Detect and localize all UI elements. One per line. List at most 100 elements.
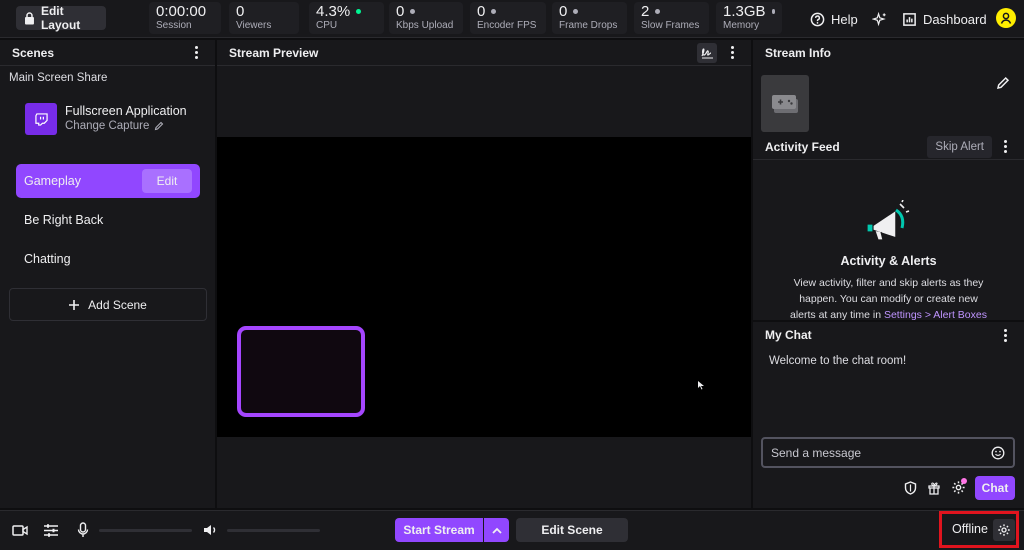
emoji-icon[interactable] [991, 446, 1005, 460]
stat-memory-label: Memory [723, 20, 760, 31]
status-dot-icon [356, 9, 362, 14]
alert-boxes-link[interactable]: Settings > Alert Boxes [884, 309, 987, 321]
activity-feed-panel: Activity Feed Skip Alert Activity & Aler… [753, 134, 1024, 323]
chat-settings-button[interactable] [951, 478, 967, 496]
activity-desc-line: happen. You can modify or create new [799, 293, 978, 305]
avatar[interactable] [996, 8, 1016, 28]
start-stream-button[interactable]: Start Stream [395, 518, 483, 542]
gift-icon[interactable] [927, 481, 941, 495]
stat-viewers-value: 0 [236, 3, 245, 20]
chat-panel: My Chat Welcome to the chat room! Send a… [753, 322, 1024, 508]
activity-desc-line: View activity, filter and skip alerts as… [793, 277, 984, 289]
chat-welcome-message: Welcome to the chat room! [769, 355, 907, 367]
stat-session-value: 0:00:00 [156, 3, 207, 20]
help-label: Help [831, 11, 858, 27]
preview-menu-icon[interactable] [725, 45, 739, 61]
top-bar: Edit Layout 0:00:00 Session 0 Viewers 4.… [0, 0, 1024, 38]
megaphone-icon [866, 200, 910, 241]
help-button[interactable]: Help [810, 9, 858, 29]
status-dot-icon [771, 9, 775, 14]
status-dot-icon [410, 9, 416, 14]
chat-title: My Chat [765, 328, 812, 342]
performance-mode-button[interactable] [697, 42, 717, 63]
webcam-overlay-frame [237, 326, 365, 417]
desktop-volume-slider[interactable] [227, 529, 320, 532]
source-title: Fullscreen Application [65, 104, 187, 118]
stat-upload-value: 0 [396, 3, 405, 20]
dashboard-button[interactable]: Dashboard [902, 9, 987, 29]
status-dot-icon [655, 9, 661, 14]
stat-viewers: 0 Viewers [229, 2, 299, 34]
scenes-header: Scenes [0, 40, 215, 66]
skip-alert-button[interactable]: Skip Alert [927, 135, 992, 158]
change-capture-label: Change Capture [65, 120, 150, 132]
speaker-icon[interactable] [203, 523, 218, 537]
stat-session-label: Session [156, 20, 192, 31]
activity-desc-text: alerts at any time in [790, 309, 882, 321]
chat-menu-icon[interactable] [998, 327, 1012, 343]
help-icon [810, 12, 825, 26]
stream-preview-panel: Stream Preview [217, 40, 751, 508]
edit-layout-label: Edit Layout [40, 4, 81, 32]
lock-icon [24, 11, 34, 24]
stat-cpu-label: CPU [316, 20, 338, 31]
edit-scene-item-button[interactable]: Edit [142, 169, 192, 193]
stat-drops-value: 0 [559, 3, 568, 20]
stat-cpu: 4.3% CPU [309, 2, 384, 34]
stat-encoder-fps: 0 Encoder FPS [470, 2, 546, 34]
sliders-icon[interactable] [43, 523, 59, 538]
chat-header: My Chat [753, 322, 1024, 348]
gear-icon [998, 524, 1010, 536]
shield-icon[interactable] [904, 481, 917, 495]
change-capture-link[interactable]: Change Capture [65, 120, 164, 132]
preview-title: Stream Preview [229, 45, 319, 60]
stream-info-header: Stream Info [753, 40, 1024, 66]
chat-input[interactable]: Send a message [761, 437, 1015, 468]
category-thumbnail [761, 75, 809, 132]
scenes-menu-icon[interactable] [189, 45, 203, 61]
preview-header: Stream Preview [217, 40, 751, 66]
chevron-up-icon [491, 527, 502, 534]
preview-canvas[interactable] [217, 137, 751, 437]
scene-item-gameplay[interactable]: Gameplay Edit [16, 164, 200, 198]
twitch-logo-icon [34, 112, 48, 126]
stream-status-label: Offline [952, 522, 988, 536]
camera-icon[interactable] [12, 524, 28, 537]
scene-item-chatting[interactable]: Chatting [16, 242, 200, 276]
dashboard-label: Dashboard [923, 11, 987, 27]
activity-heading: Activity & Alerts [840, 254, 937, 268]
sparkle-icon [872, 11, 886, 26]
scenes-title: Scenes [12, 45, 55, 60]
stat-cpu-value: 4.3% [316, 3, 351, 20]
chat-input-placeholder: Send a message [771, 445, 862, 460]
activity-menu-icon[interactable] [998, 139, 1012, 155]
edit-scene-button[interactable]: Edit Scene [516, 518, 628, 542]
pencil-icon[interactable] [996, 76, 1010, 90]
scenes-panel: Scenes Main Screen Share Fullscreen Appl… [0, 40, 215, 508]
stat-viewers-label: Viewers [236, 20, 272, 31]
sparkle-button[interactable] [872, 9, 887, 29]
edit-layout-button[interactable]: Edit Layout [16, 4, 106, 32]
activity-title: Activity Feed [765, 139, 840, 154]
scene-collection-label: Main Screen Share [9, 72, 108, 84]
status-dot-icon [573, 9, 579, 14]
activity-description: View activity, filter and skip alerts as… [753, 275, 1024, 323]
add-scene-button[interactable]: Add Scene [9, 288, 207, 321]
settings-button[interactable] [993, 519, 1015, 541]
stream-info-panel: Stream Info [753, 40, 1024, 134]
activity-header: Activity Feed Skip Alert [753, 134, 1024, 160]
cursor-icon [698, 381, 704, 390]
chat-send-button[interactable]: Chat [975, 476, 1015, 500]
stat-session: 0:00:00 Session [149, 2, 221, 34]
stat-memory-value: 1.3GB [723, 3, 766, 20]
microphone-volume-slider[interactable] [99, 529, 192, 532]
stream-info-title: Stream Info [765, 46, 832, 60]
status-dot-icon [491, 9, 497, 14]
stat-slow-label: Slow Frames [641, 20, 700, 31]
microphone-icon[interactable] [77, 522, 89, 538]
add-scene-label: Add Scene [88, 297, 147, 312]
user-icon [1000, 12, 1012, 24]
scene-item-be-right-back[interactable]: Be Right Back [16, 203, 200, 237]
notification-dot-icon [961, 478, 967, 484]
stream-options-button[interactable] [484, 518, 509, 542]
